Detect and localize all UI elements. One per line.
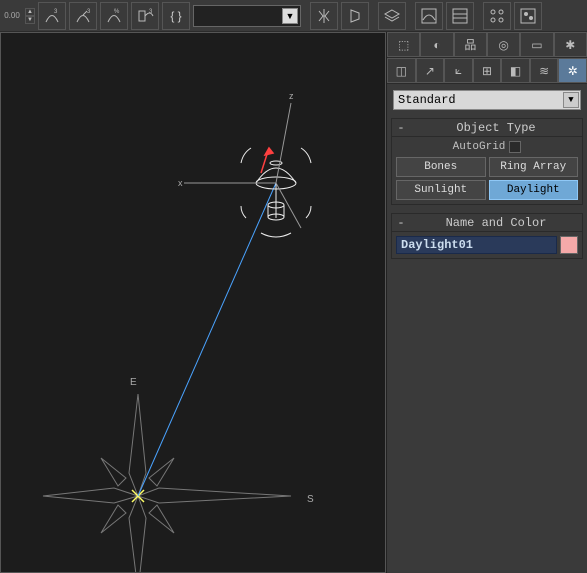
subtab-lights[interactable]: ⟀	[444, 58, 473, 83]
autogrid-row: AutoGrid	[396, 141, 578, 153]
panel-tabs-row1: ⬚ ◐ 品 ◎ ▭ ✱	[387, 32, 587, 58]
dropdown-arrow-icon[interactable]: ▼	[282, 8, 298, 24]
rollout-header-name-color[interactable]: - Name and Color	[392, 214, 582, 232]
subtab-systems[interactable]: ✲	[558, 58, 587, 83]
daylight-button[interactable]: Daylight	[489, 180, 579, 200]
sunlight-button[interactable]: Sunlight	[396, 180, 486, 200]
named-selection-dropdown[interactable]: ▼	[193, 5, 301, 27]
spinner-nudge[interactable]: ▲▼	[25, 8, 35, 24]
tab-motion[interactable]: ◎	[487, 32, 520, 57]
align-icon[interactable]	[341, 2, 369, 30]
ring-array-button[interactable]: Ring Array	[489, 157, 579, 177]
rollout-title: Object Type	[410, 121, 582, 135]
rollout-header-object-type[interactable]: - Object Type	[392, 119, 582, 137]
material-editor-icon[interactable]	[514, 2, 542, 30]
subtab-helpers[interactable]: ◧	[501, 58, 530, 83]
panel-tabs-row2: ◫ ↗ ⟀ ⊞ ◧ ≋ ✲	[387, 58, 587, 84]
subtab-spacewarps[interactable]: ≋	[530, 58, 559, 83]
snap-a3-icon[interactable]: 3	[69, 2, 97, 30]
rollout-title: Name and Color	[410, 216, 582, 230]
snap-e3-icon[interactable]: 3	[131, 2, 159, 30]
snap-p3-icon[interactable]: %	[100, 2, 128, 30]
mirror-icon[interactable]	[310, 2, 338, 30]
rollout-object-type: - Object Type AutoGrid Bones Ring Array …	[391, 118, 583, 205]
object-color-swatch[interactable]	[560, 236, 578, 254]
category-dropdown-value: Standard	[398, 93, 456, 107]
command-panel: ⬚ ◐ 品 ◎ ▭ ✱ ◫ ↗ ⟀ ⊞ ◧ ≋ ✲ Standard ▼ - O…	[386, 32, 587, 573]
dropdown-arrow-icon[interactable]: ▼	[563, 92, 579, 108]
schematic-view-icon[interactable]	[483, 2, 511, 30]
svg-text:3: 3	[54, 9, 58, 15]
svg-text:x: x	[178, 178, 183, 188]
subtab-geometry[interactable]: ◫	[387, 58, 416, 83]
tab-hierarchy[interactable]: 品	[454, 32, 487, 57]
svg-text:z: z	[289, 91, 294, 101]
subtab-shapes[interactable]: ↗	[416, 58, 445, 83]
subtab-cameras[interactable]: ⊞	[473, 58, 502, 83]
category-dropdown[interactable]: Standard ▼	[393, 90, 581, 110]
bones-button[interactable]: Bones	[396, 157, 486, 177]
rollout-toggle-icon: -	[392, 121, 410, 135]
tab-utilities[interactable]: ✱	[554, 32, 587, 57]
snap-s3-icon[interactable]: 3	[38, 2, 66, 30]
autogrid-checkbox[interactable]	[509, 141, 521, 153]
rollout-name-color: - Name and Color	[391, 213, 583, 259]
tab-create[interactable]: ⬚	[387, 32, 420, 57]
dope-sheet-icon[interactable]	[446, 2, 474, 30]
curve-editor-icon[interactable]	[415, 2, 443, 30]
svg-text:%: %	[114, 9, 120, 15]
top-toolbar: 0.00 ▲▼ 3 3 % 3 { } ▼	[0, 0, 587, 32]
object-name-input[interactable]	[396, 236, 557, 254]
tab-display[interactable]: ▭	[520, 32, 553, 57]
braces-icon[interactable]: { }	[162, 2, 190, 30]
spinner-value: 0.00	[2, 12, 22, 20]
layers-icon[interactable]	[378, 2, 406, 30]
tab-modify[interactable]: ◐	[420, 32, 453, 57]
svg-text:3: 3	[87, 9, 91, 15]
compass-e-label: E	[130, 377, 137, 388]
rollout-toggle-icon: -	[392, 216, 410, 230]
autogrid-label: AutoGrid	[453, 141, 506, 153]
compass-s-label: S	[307, 494, 314, 505]
svg-text:3: 3	[149, 9, 153, 15]
viewport[interactable]: E S	[0, 32, 386, 573]
